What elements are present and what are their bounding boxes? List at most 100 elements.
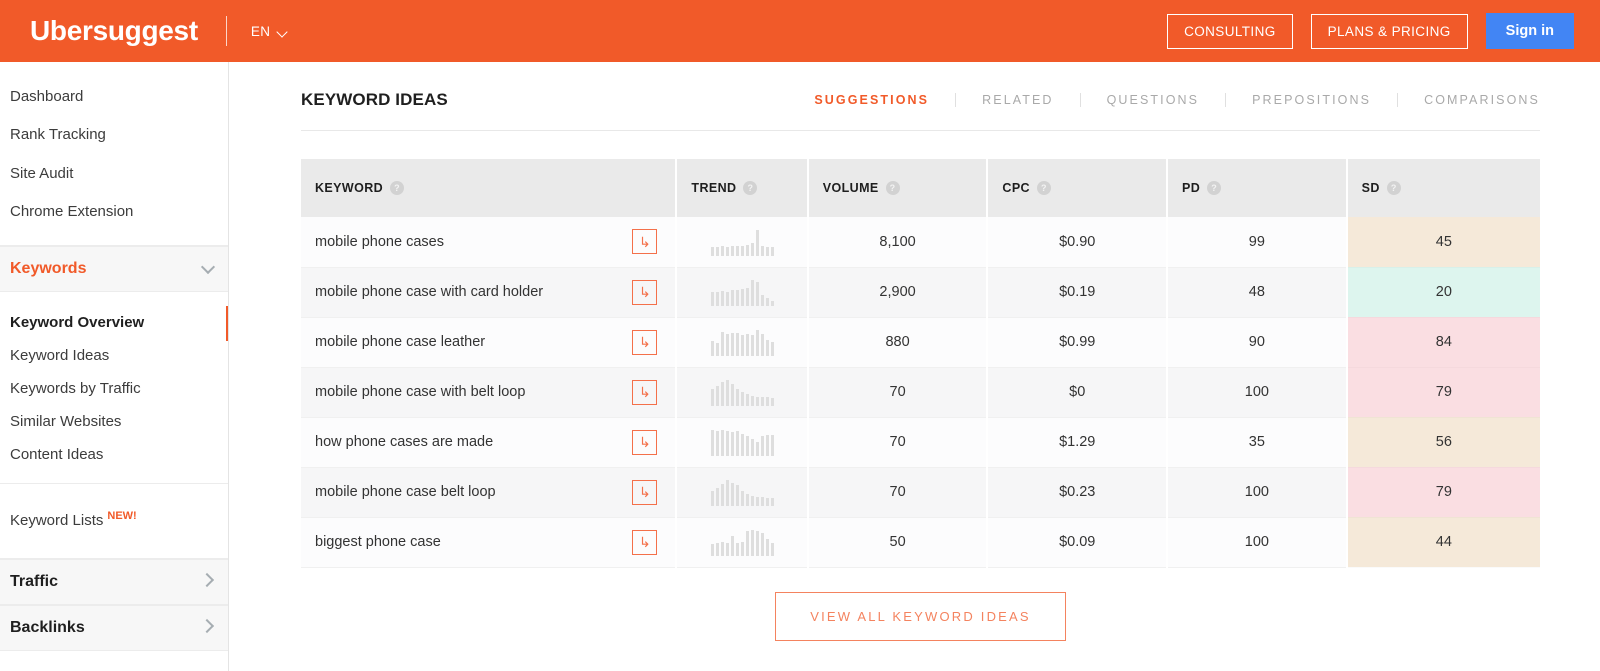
sidebar: Dashboard Rank Tracking Site Audit Chrom… bbox=[0, 62, 229, 671]
cell-keyword: mobile phone case with card holder ↳ bbox=[301, 267, 678, 318]
consulting-button[interactable]: CONSULTING bbox=[1167, 13, 1293, 49]
sidebar-keyword-subnav: Keyword Overview Keyword Ideas Keywords … bbox=[0, 292, 228, 484]
column-header-sd[interactable]: SD? bbox=[1346, 159, 1540, 217]
column-header-pd-label: PD bbox=[1182, 181, 1201, 195]
cell-cpc: $0.09 bbox=[987, 517, 1169, 568]
cell-volume: 2,900 bbox=[807, 267, 989, 318]
cell-trend bbox=[676, 217, 809, 268]
cell-pd: 48 bbox=[1167, 267, 1348, 318]
tab-suggestions[interactable]: SUGGESTIONS bbox=[788, 93, 957, 107]
cell-cpc: $0.23 bbox=[987, 467, 1169, 518]
cell-sd: 79 bbox=[1346, 367, 1540, 417]
return-arrow-icon[interactable]: ↳ bbox=[632, 379, 658, 405]
top-header: Ubersuggest EN CONSULTING PLANS & PRICIN… bbox=[0, 0, 1600, 62]
table-row[interactable]: mobile phone case with belt loop ↳ 70 $0 100… bbox=[301, 367, 1540, 418]
cell-keyword: mobile phone cases ↳ bbox=[301, 217, 678, 268]
chevron-down-icon bbox=[202, 260, 214, 278]
sidebar-item-content-ideas[interactable]: Content Ideas bbox=[0, 438, 228, 471]
cell-pd: 100 bbox=[1167, 367, 1348, 418]
cell-volume: 70 bbox=[807, 367, 989, 418]
column-header-cpc-label: CPC bbox=[1002, 181, 1030, 195]
cell-sd: 79 bbox=[1346, 467, 1540, 517]
sidebar-item-keyword-ideas[interactable]: Keyword Ideas bbox=[0, 339, 228, 372]
keyword-text: mobile phone cases bbox=[315, 233, 444, 250]
panel-header: KEYWORD IDEAS SUGGESTIONS RELATED QUESTI… bbox=[301, 90, 1540, 131]
column-header-trend[interactable]: TREND? bbox=[676, 159, 809, 217]
column-header-pd[interactable]: PD? bbox=[1167, 159, 1348, 217]
tab-comparisons[interactable]: COMPARISONS bbox=[1398, 93, 1540, 107]
sidebar-section-traffic-label: Traffic bbox=[10, 573, 59, 591]
table-row[interactable]: biggest phone case ↳ 50 $0.09 100 44 bbox=[301, 517, 1540, 568]
sidebar-section-keywords[interactable]: Keywords bbox=[0, 246, 228, 292]
sidebar-section-keywords-label: Keywords bbox=[10, 260, 87, 277]
brand-logo[interactable]: Ubersuggest bbox=[30, 15, 198, 47]
view-all-keyword-ideas-button[interactable]: VIEW ALL KEYWORD IDEAS bbox=[775, 591, 1066, 641]
return-arrow-icon[interactable]: ↳ bbox=[632, 329, 658, 355]
column-header-volume[interactable]: VOLUME? bbox=[807, 159, 989, 217]
sidebar-section-traffic[interactable]: Traffic bbox=[0, 559, 228, 606]
column-header-trend-label: TREND bbox=[691, 181, 737, 195]
chevron-right-icon bbox=[202, 619, 214, 637]
tab-related[interactable]: RELATED bbox=[956, 93, 1081, 107]
keyword-text: mobile phone case with belt loop bbox=[315, 384, 526, 400]
language-selector[interactable]: EN bbox=[251, 24, 290, 39]
sidebar-item-keyword-overview[interactable]: Keyword Overview bbox=[0, 306, 228, 341]
return-arrow-icon[interactable]: ↳ bbox=[632, 279, 658, 305]
sign-in-button[interactable]: Sign in bbox=[1485, 13, 1574, 49]
cell-trend bbox=[676, 367, 809, 418]
plans-pricing-button[interactable]: PLANS & PRICING bbox=[1310, 13, 1468, 49]
cell-pd: 100 bbox=[1167, 517, 1348, 568]
table-row[interactable]: mobile phone case belt loop ↳ 70 $0.23 100 79 bbox=[301, 467, 1540, 518]
cell-trend bbox=[676, 267, 809, 318]
help-icon[interactable]: ? bbox=[1036, 181, 1051, 195]
sidebar-item-dashboard[interactable]: Dashboard bbox=[0, 78, 228, 116]
sidebar-item-site-audit[interactable]: Site Audit bbox=[0, 155, 228, 193]
trend-sparkline bbox=[677, 228, 806, 256]
help-icon[interactable]: ? bbox=[1386, 181, 1401, 195]
sidebar-item-keyword-lists-label: Keyword Lists bbox=[10, 512, 104, 529]
trend-sparkline bbox=[677, 328, 806, 356]
sidebar-item-similar-websites[interactable]: Similar Websites bbox=[0, 405, 228, 438]
return-arrow-icon[interactable]: ↳ bbox=[632, 529, 658, 555]
return-arrow-icon[interactable]: ↳ bbox=[632, 229, 658, 255]
sidebar-item-rank-tracking[interactable]: Rank Tracking bbox=[0, 116, 228, 154]
tab-prepositions[interactable]: PREPOSITIONS bbox=[1226, 93, 1399, 107]
return-arrow-icon[interactable]: ↳ bbox=[632, 429, 658, 455]
table-row[interactable]: mobile phone case leather ↳ 880 $0.99 90 84 bbox=[301, 317, 1540, 368]
sidebar-item-keywords-by-traffic[interactable]: Keywords by Traffic bbox=[0, 372, 228, 405]
cell-pd: 90 bbox=[1167, 317, 1348, 368]
cell-volume: 50 bbox=[807, 517, 989, 568]
cell-cpc: $1.29 bbox=[987, 417, 1169, 468]
cell-pd: 35 bbox=[1167, 417, 1348, 468]
cell-sd: 45 bbox=[1346, 217, 1540, 267]
column-header-keyword[interactable]: KEYWORD? bbox=[301, 159, 678, 217]
sidebar-section-backlinks[interactable]: Backlinks bbox=[0, 605, 228, 652]
help-icon[interactable]: ? bbox=[743, 181, 758, 195]
cell-cpc: $0.90 bbox=[987, 217, 1169, 268]
page-body: Dashboard Rank Tracking Site Audit Chrom… bbox=[0, 62, 1600, 671]
table-row[interactable]: how phone cases are made ↳ 70 $1.29 35 56 bbox=[301, 417, 1540, 468]
table-row[interactable]: mobile phone cases ↳ 8,100 $0.90 99 45 bbox=[301, 217, 1540, 268]
chevron-right-icon bbox=[202, 573, 214, 591]
column-header-cpc[interactable]: CPC? bbox=[987, 159, 1169, 217]
column-header-keyword-label: KEYWORD bbox=[315, 181, 384, 195]
tab-questions[interactable]: QUESTIONS bbox=[1081, 93, 1227, 107]
cell-sd: 56 bbox=[1346, 417, 1540, 467]
return-arrow-icon[interactable]: ↳ bbox=[632, 479, 658, 505]
keyword-text: mobile phone case belt loop bbox=[315, 484, 496, 500]
sidebar-item-keyword-lists[interactable]: Keyword Lists NEW! bbox=[0, 500, 228, 540]
header-actions: CONSULTING PLANS & PRICING Sign in bbox=[1167, 13, 1574, 49]
help-icon[interactable]: ? bbox=[390, 181, 405, 195]
table-header: KEYWORD? TREND? VOLUME? CPC? PD? SD? bbox=[301, 159, 1540, 217]
cell-volume: 70 bbox=[807, 417, 989, 468]
cell-sd: 44 bbox=[1346, 517, 1540, 567]
cell-trend bbox=[676, 467, 809, 518]
keyword-text: how phone cases are made bbox=[315, 434, 494, 450]
table-row[interactable]: mobile phone case with card holder ↳ 2,900… bbox=[301, 267, 1540, 318]
sidebar-item-chrome-extension[interactable]: Chrome Extension bbox=[0, 193, 228, 231]
cell-keyword: biggest phone case ↳ bbox=[301, 517, 678, 568]
trend-sparkline bbox=[677, 528, 806, 556]
help-icon[interactable]: ? bbox=[1207, 181, 1222, 195]
cell-sd: 84 bbox=[1346, 317, 1540, 367]
help-icon[interactable]: ? bbox=[885, 181, 900, 195]
